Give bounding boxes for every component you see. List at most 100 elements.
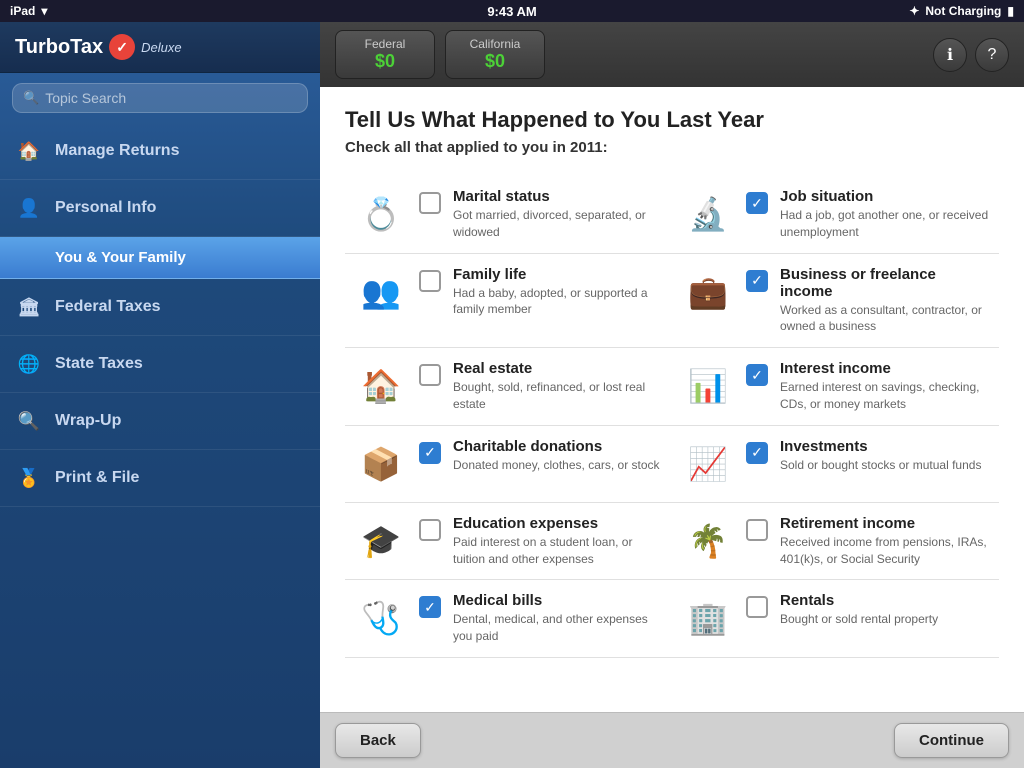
federal-icon: 🏛 xyxy=(15,293,43,321)
job-situation-icon: 🔬 xyxy=(682,188,734,240)
federal-tab[interactable]: Federal $0 xyxy=(335,30,435,79)
life-item-business-freelance[interactable]: 💼 ✓ Business or freelance incomeWorked as … xyxy=(672,254,999,349)
continue-button[interactable]: Continue xyxy=(894,723,1009,758)
search-bar[interactable]: 🔍 Topic Search xyxy=(12,83,308,113)
real-estate-checkbox[interactable] xyxy=(419,364,441,386)
business-freelance-title: Business or freelance income xyxy=(780,266,989,300)
rentals-checkbox[interactable] xyxy=(746,596,768,618)
education-expenses-checkbox[interactable] xyxy=(419,519,441,541)
turbotax-logo: TurboTax ✓ Deluxe xyxy=(15,34,182,60)
life-item-real-estate[interactable]: 🏠Real estateBought, sold, refinanced, or… xyxy=(345,348,672,426)
wrapup-icon: 🔍 xyxy=(15,407,43,435)
marital-status-checkbox[interactable] xyxy=(419,192,441,214)
medical-bills-desc: Dental, medical, and other expenses you … xyxy=(453,611,662,645)
person-icon: 👤 xyxy=(15,194,43,222)
marital-status-title: Marital status xyxy=(453,188,662,205)
retirement-income-checkbox[interactable] xyxy=(746,519,768,541)
retirement-income-desc: Received income from pensions, IRAs, 401… xyxy=(780,534,989,568)
home-icon: 🏠 xyxy=(15,137,43,165)
sidebar-item-manage-returns[interactable]: 🏠 Manage Returns xyxy=(0,123,320,180)
info-button[interactable]: ℹ xyxy=(933,38,967,72)
family-life-desc: Had a baby, adopted, or supported a fami… xyxy=(453,285,662,319)
bluetooth-icon: ✦ xyxy=(909,4,919,18)
life-item-family-life[interactable]: 👥 Family lifeHad a baby, adopted, or supp… xyxy=(345,254,672,349)
job-situation-text: Job situationHad a job, got another one,… xyxy=(780,188,989,241)
search-input[interactable]: Topic Search xyxy=(45,90,297,106)
medical-bills-title: Medical bills xyxy=(453,592,662,609)
life-item-medical-bills[interactable]: 🩺 ✓ Medical bills Dental, medical, and othe… xyxy=(345,580,672,658)
life-item-job-situation[interactable]: 🔬 ✓ Job situationHad a job, got another on… xyxy=(672,176,999,254)
business-freelance-text: Business or freelance incomeWorked as a … xyxy=(780,266,989,336)
federal-tab-amount: $0 xyxy=(356,51,414,72)
investments-checkbox[interactable]: ✓ xyxy=(746,442,768,464)
sidebar-item-label: Wrap-Up xyxy=(55,412,121,430)
investments-icon: 📈 xyxy=(682,438,734,490)
medical-bills-text: Medical bills Dental, medical, and other … xyxy=(453,592,662,645)
life-item-marital-status[interactable]: 💍Marital statusGot married, divorced, se… xyxy=(345,176,672,254)
life-item-retirement-income[interactable]: 🌴Retirement incomeReceived income from p… xyxy=(672,503,999,581)
rentals-desc: Bought or sold rental property xyxy=(780,611,989,628)
logo-deluxe: Deluxe xyxy=(141,40,181,55)
ipad-label: iPad xyxy=(10,4,35,18)
charitable-donations-checkbox[interactable]: ✓ xyxy=(419,442,441,464)
california-tab-amount: $0 xyxy=(466,51,524,72)
help-button[interactable]: ? xyxy=(975,38,1009,72)
education-expenses-text: Education expensesPaid interest on a stu… xyxy=(453,515,662,568)
life-item-interest-income[interactable]: 📊✓Interest incomeEarned interest on savi… xyxy=(672,348,999,426)
retirement-income-icon: 🌴 xyxy=(682,515,734,567)
life-item-charitable-donations[interactable]: 📦✓Charitable donationsDonated money, clo… xyxy=(345,426,672,503)
page-subtitle: Check all that applied to you in 2011: xyxy=(345,139,999,156)
interest-income-text: Interest income Earned interest on saving… xyxy=(780,360,989,413)
rentals-icon: 🏢 xyxy=(682,592,734,644)
sidebar: TurboTax ✓ Deluxe 🔍 Topic Search 🏠 Manag… xyxy=(0,22,320,768)
life-item-rentals[interactable]: 🏢 Rentals Bought or sold rental property xyxy=(672,580,999,658)
back-button[interactable]: Back xyxy=(335,723,421,758)
tab-icons: ℹ ? xyxy=(933,38,1009,72)
sidebar-item-print-file[interactable]: 🏅 Print & File xyxy=(0,450,320,507)
investments-desc: Sold or bought stocks or mutual funds xyxy=(780,457,989,474)
life-item-investments[interactable]: 📈 ✓ InvestmentsSold or bought stocks or mu… xyxy=(672,426,999,503)
real-estate-icon: 🏠 xyxy=(355,360,407,412)
interest-income-checkbox[interactable]: ✓ xyxy=(746,364,768,386)
medical-bills-icon: 🩺 xyxy=(355,592,407,644)
charitable-donations-title: Charitable donations xyxy=(453,438,662,455)
sidebar-item-personal-info[interactable]: 👤 Personal Info xyxy=(0,180,320,237)
sidebar-item-state-taxes[interactable]: 🌐 State Taxes xyxy=(0,336,320,393)
charitable-donations-text: Charitable donations Donated money, cloth… xyxy=(453,438,662,474)
family-life-icon: 👥 xyxy=(355,266,407,318)
education-expenses-title: Education expenses xyxy=(453,515,662,532)
interest-income-title: Interest income xyxy=(780,360,989,377)
charitable-donations-desc: Donated money, clothes, cars, or stock xyxy=(453,457,662,474)
job-situation-title: Job situation xyxy=(780,188,989,205)
real-estate-title: Real estate xyxy=(453,360,662,377)
sidebar-item-label: State Taxes xyxy=(55,355,143,373)
guarantee-icon: 🏅 xyxy=(15,464,43,492)
sidebar-item-federal-taxes[interactable]: 🏛 Federal Taxes xyxy=(0,279,320,336)
sidebar-item-label: Print & File xyxy=(55,469,139,487)
battery-icon: ▮ xyxy=(1007,4,1014,18)
logo-check-icon: ✓ xyxy=(109,34,135,60)
marital-status-icon: 💍 xyxy=(355,188,407,240)
job-situation-checkbox[interactable]: ✓ xyxy=(746,192,768,214)
life-item-education-expenses[interactable]: 🎓Education expensesPaid interest on a st… xyxy=(345,503,672,581)
medical-bills-checkbox[interactable]: ✓ xyxy=(419,596,441,618)
status-bar: iPad ▾ 9:43 AM ✦ Not Charging ▮ xyxy=(0,0,1024,22)
status-right: ✦ Not Charging ▮ xyxy=(909,4,1014,18)
business-freelance-checkbox[interactable]: ✓ xyxy=(746,270,768,292)
sidebar-item-wrap-up[interactable]: 🔍 Wrap-Up xyxy=(0,393,320,450)
sidebar-item-label: Personal Info xyxy=(55,199,156,217)
family-life-text: Family lifeHad a baby, adopted, or suppo… xyxy=(453,266,662,319)
interest-income-desc: Earned interest on savings, checking, CD… xyxy=(780,379,989,413)
sidebar-item-you-family[interactable]: You & Your Family xyxy=(0,237,320,279)
rentals-title: Rentals xyxy=(780,592,989,609)
life-events-grid: 💍Marital statusGot married, divorced, se… xyxy=(345,176,999,658)
california-tab[interactable]: California $0 xyxy=(445,30,545,79)
business-freelance-icon: 💼 xyxy=(682,266,734,318)
battery-label: Not Charging xyxy=(925,4,1001,18)
globe-icon: 🌐 xyxy=(15,350,43,378)
business-freelance-desc: Worked as a consultant, contractor, or o… xyxy=(780,302,989,336)
family-life-checkbox[interactable] xyxy=(419,270,441,292)
investments-text: InvestmentsSold or bought stocks or mutu… xyxy=(780,438,989,474)
status-left: iPad ▾ xyxy=(10,4,47,18)
main-container: TurboTax ✓ Deluxe 🔍 Topic Search 🏠 Manag… xyxy=(0,22,1024,768)
